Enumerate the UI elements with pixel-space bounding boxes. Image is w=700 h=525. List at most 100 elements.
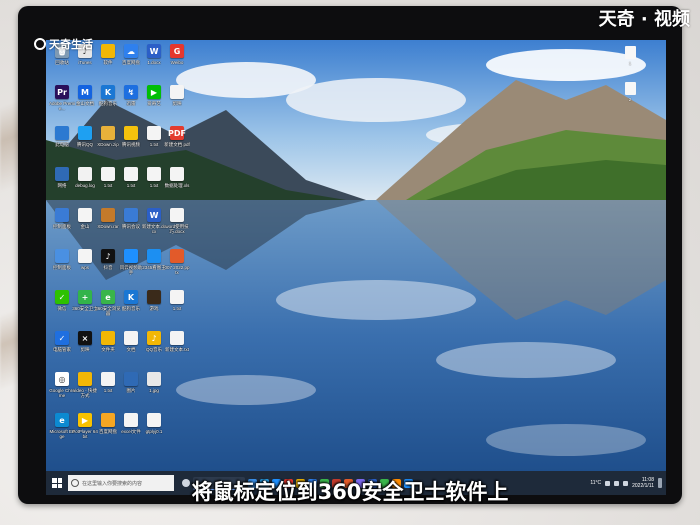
desktop-file-icon[interactable]: 2 [620,82,640,112]
desktop-icon[interactable]: 腾讯视频 [119,126,143,164]
desktop-icon[interactable]: e 360安全浏览器 [95,290,121,328]
desktop-icon[interactable]: ▶ PotPlayer 64 bit [72,413,98,451]
desktop-icon[interactable]: excel文件 [119,413,143,451]
app-icon: K [124,290,138,304]
app-icon [147,413,161,427]
desktop-icon[interactable]: gtplyj0.1 [142,413,166,451]
app-icon [124,249,138,263]
desktop-icon[interactable]: 数据处理.xls [165,167,189,205]
desktop-icon[interactable]: XDown.rar [96,208,120,246]
tianqi-logo-icon [34,38,46,50]
desktop-icon[interactable]: 1.jpg [142,372,166,410]
desktop-icon[interactable]: 控制面板 [50,249,74,287]
app-icon [124,413,138,427]
app-icon: M [78,85,92,99]
app-icon [78,126,92,140]
desktop-icon[interactable]: ◎ Google Chrome [49,372,75,410]
desktop-icon-label: 1.jpg [149,388,159,393]
desktop-icon[interactable]: 1.txt [165,290,189,328]
app-icon [170,85,184,99]
desktop-icon-label: 007 2022.pptx [164,265,190,275]
desktop-icon[interactable]: 1.txt [96,167,120,205]
app-icon [78,372,92,386]
desktop-icon[interactable]: K 酷狗音乐 [96,85,120,123]
app-icon: K [101,85,115,99]
desktop-icon[interactable]: 软件 [96,44,120,82]
desktop-icon[interactable]: 007 2022.pptx [164,249,190,287]
app-icon [170,249,184,263]
app-icon [101,167,115,181]
desktop-screen: 🗑 回收站 Pr Adobe Premie... 此电脑 网络 控制面板 控制面板 ✓ 微信 ✓ 电脑… [46,40,666,495]
desktop-icon[interactable]: W 1.docx [142,44,166,82]
desktop-file-icon[interactable]: 1 [620,46,640,76]
app-icon: ♪ [147,331,161,345]
desktop-icon[interactable]: 图片 [119,372,143,410]
desktop-icon[interactable]: Pr Adobe Premie... [49,85,75,123]
app-icon [170,290,184,304]
app-icon: ↯ [124,85,138,99]
desktop-icon[interactable]: ✓ 微信 [50,290,74,328]
desktop-icon[interactable]: 腾讯会议 [119,208,143,246]
desktop-icon[interactable]: ♪ QQ音乐 [142,331,166,369]
app-icon: ▶ [147,85,161,99]
desktop-icon[interactable]: K 酷狗音乐 [119,290,143,328]
app-icon: W [147,208,161,222]
app-icon: ◎ [55,372,69,386]
desktop-icon[interactable]: XDown.zip [96,126,120,164]
app-icon [78,249,92,263]
desktop-icon-label: 2 [628,97,632,102]
app-icon: e [101,290,115,304]
desktop-icon[interactable]: video - 快捷方式 [73,372,97,410]
desktop-icon[interactable]: 游戏 [142,290,166,328]
desktop-icon[interactable]: ▶ 爱奇艺 [142,85,166,123]
desktop-icon[interactable]: 2345看图王 [142,249,166,287]
watermark-logo-left: 天奇生活 [34,36,93,52]
desktop-icon[interactable]: 文档 [119,331,143,369]
desktop-icon-label: gtplyj0.1 [145,429,163,434]
desktop-icon[interactable]: 1.txt [142,126,166,164]
desktop-icon[interactable]: G Weibo [165,44,189,82]
desktop-icon[interactable]: 控制面板 [50,208,74,246]
app-icon: ⨯ [78,331,92,345]
desktop-icon[interactable]: 1.txt [119,167,143,205]
app-icon: ✓ [55,331,69,345]
desktop-icon[interactable]: M 金山文档 [73,85,97,123]
app-icon [147,249,161,263]
desktop-icon-label: word使用技巧.docx [165,224,189,234]
desktop-icon[interactable]: 1.txt [142,167,166,205]
desktop-icon[interactable]: wps [73,249,97,287]
desktop-icon[interactable]: PDF 新建文档.pdf [164,126,190,164]
desktop-icon[interactable]: e Microsoft Edge [49,413,75,451]
app-icon [55,249,69,263]
desktop-icon[interactable]: ⨯ 剪映 [73,331,97,369]
desktop-icon[interactable]: 网络 [50,167,74,205]
desktop-icon[interactable]: 文件夹 [96,331,120,369]
desktop-icon[interactable]: 新建文本.txt [165,331,189,369]
desktop-icon[interactable]: 剪映 [165,85,189,123]
app-icon [78,208,92,222]
desktop-icon[interactable]: debug.log [73,167,97,205]
desktop-icon[interactable]: 1.txt [96,372,120,410]
app-icon [124,331,138,345]
desktop-icon[interactable]: 此电脑 [50,126,74,164]
app-icon [147,167,161,181]
desktop-icon[interactable]: 金山 [73,208,97,246]
desktop-icon[interactable]: ✓ 电脑管家 [50,331,74,369]
desktop-icon-label: 剪映 [172,101,182,106]
desktop-icon[interactable]: ↯ 迅雷 [119,85,143,123]
desktop-icon-label: Weibo [170,60,184,65]
app-icon: Pr [55,85,69,99]
desktop-icon[interactable]: 风云视频助手 [119,249,143,287]
app-icon: ▶ [78,413,92,427]
desktop-icon[interactable]: 百度网盘 [96,413,120,451]
app-icon [101,372,115,386]
desktop-icon[interactable]: ☁ 百度网盘 [119,44,143,82]
app-icon [124,208,138,222]
desktop-icon[interactable]: 腾讯QQ [73,126,97,164]
desktop-icon[interactable]: ♪ 抖音 [96,249,120,287]
watermark-logo-right: 天奇 · 视频 [598,9,690,30]
desktop-icon[interactable]: +360安全卫士 [72,290,98,328]
video-caption: 将鼠标定位到360安全卫士软件上 [191,480,509,504]
desktop-icon[interactable]: word使用技巧.docx [165,208,189,246]
desktop-icon[interactable]: W 新建文本.docx [142,208,166,246]
